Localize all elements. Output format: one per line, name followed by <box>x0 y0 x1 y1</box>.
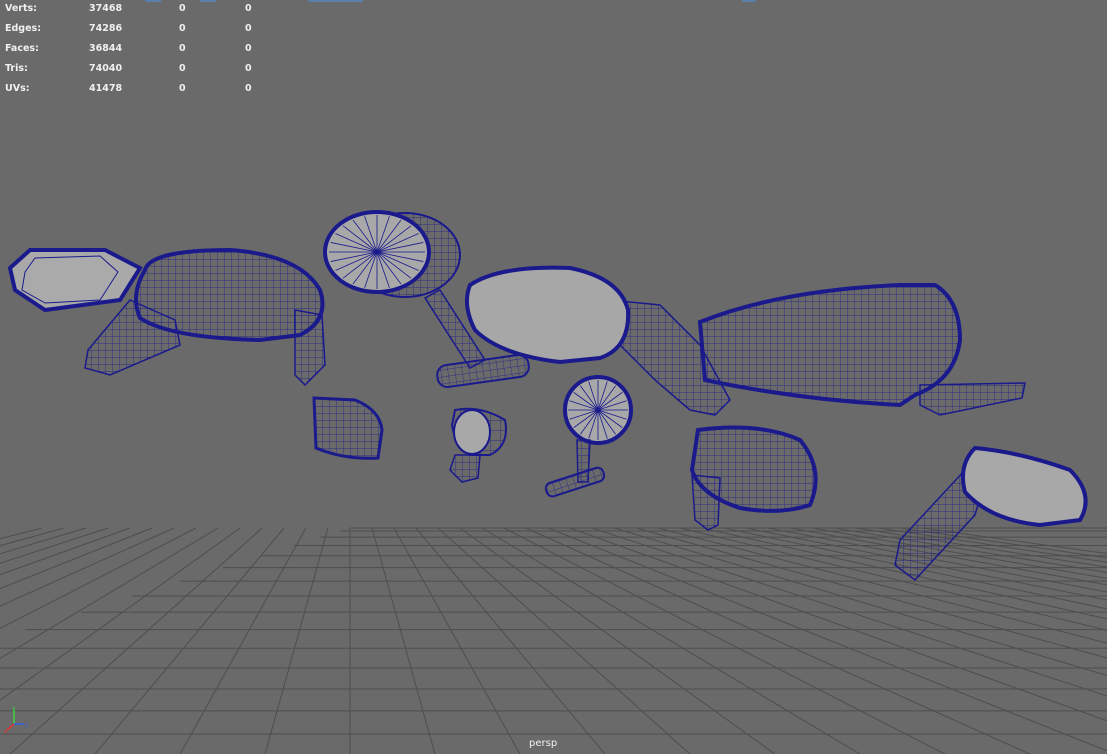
hud-row: Edges: 74286 0 0 <box>5 23 265 43</box>
mirror-model-9[interactable] <box>689 425 818 531</box>
hud-row-value: 0 <box>179 3 186 14</box>
axis-gizmo-icon: x y z <box>4 705 28 734</box>
hud-row-value: 36844 <box>89 43 123 54</box>
mirror-model-6[interactable] <box>312 396 384 460</box>
hud-row-label: Tris: <box>5 63 28 74</box>
axis-z-label: z <box>25 722 28 729</box>
mirror-model-5[interactable] <box>697 283 1026 416</box>
hud-row-value: 0 <box>245 83 252 94</box>
hud-row-label: Edges: <box>5 23 41 34</box>
hud-row-label: Verts: <box>5 3 37 14</box>
mirror-model-8[interactable] <box>544 375 633 498</box>
ground-grid <box>0 527 1107 754</box>
mirror-model-2[interactable] <box>134 247 326 387</box>
hud-row-value: 41478 <box>89 83 123 94</box>
hud-row-value: 0 <box>245 3 252 14</box>
hud-row-value: 0 <box>179 63 186 74</box>
hud-row: Verts: 37468 0 0 <box>5 3 265 23</box>
hud-row-label: Faces: <box>5 43 39 54</box>
hud-row-value: 0 <box>245 23 252 34</box>
hud-row-value: 74040 <box>89 63 123 74</box>
hud-row-label: UVs: <box>5 83 30 94</box>
hud-row-value: 37468 <box>89 3 123 14</box>
hud-row: Tris: 74040 0 0 <box>5 63 265 83</box>
mirror-model-10[interactable] <box>894 445 1088 582</box>
axis-y-label: y <box>12 705 16 712</box>
viewport-persp[interactable]: Verts: 37468 0 0 Edges: 74286 0 0 Faces: 36844 0 0 T… <box>0 0 1107 754</box>
hud-row: UVs: 41478 0 0 <box>5 83 265 103</box>
poly-count-hud: Verts: 37468 0 0 Edges: 74286 0 0 Faces: 36844 0 0 T… <box>5 3 265 103</box>
scene-canvas[interactable] <box>0 0 1107 754</box>
camera-label: persp <box>529 738 558 749</box>
hud-row-value: 0 <box>245 63 252 74</box>
hud-row-value: 0 <box>245 43 252 54</box>
hud-row: Faces: 36844 0 0 <box>5 43 265 63</box>
mirror-model-7[interactable] <box>449 407 507 483</box>
hud-row-value: 0 <box>179 43 186 54</box>
hud-row-value: 0 <box>179 23 186 34</box>
hud-row-value: 0 <box>179 83 186 94</box>
hud-row-value: 74286 <box>89 23 123 34</box>
axis-x-label: x <box>4 728 8 734</box>
